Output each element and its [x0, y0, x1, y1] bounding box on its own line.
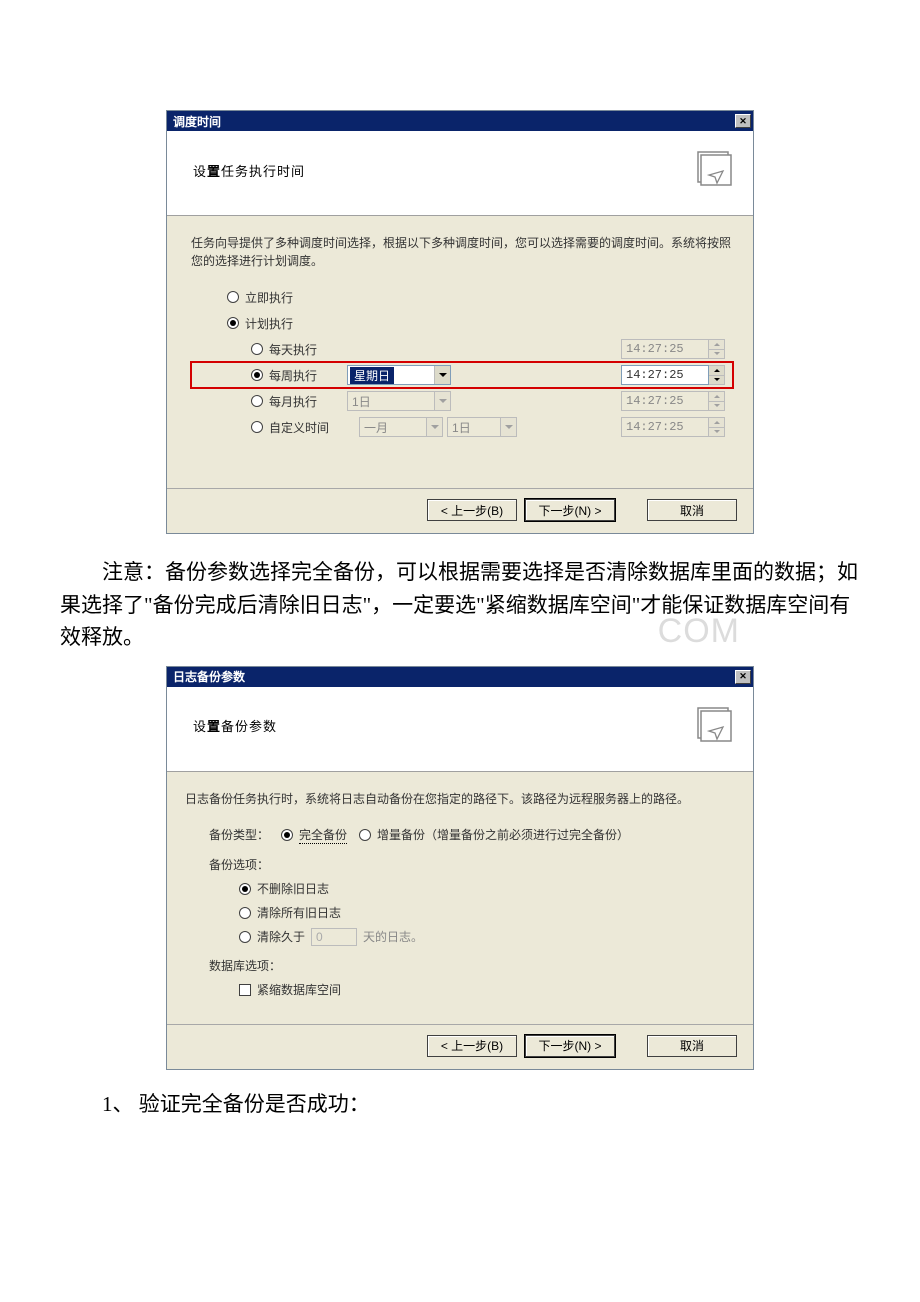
- month-dropdown[interactable]: 一月: [359, 417, 443, 437]
- radio-daily-row: 每天执行 14:27:25: [191, 336, 733, 362]
- clear-days-pre: 清除久于: [257, 928, 305, 945]
- opt-keep-row: 不删除旧日志: [191, 877, 733, 901]
- cancel-button[interactable]: 取消: [647, 499, 737, 521]
- radio-scheduled-row: 计划执行: [191, 310, 733, 336]
- schedule-time-dialog: 调度时间 ✕ 设置任务执行时间 任务向导提供了多种调度时间选择，根据以下多种调度…: [166, 110, 754, 534]
- wizard-icon: [695, 149, 737, 191]
- radio-immediate[interactable]: [227, 291, 239, 303]
- radio-immediate-row: 立即执行: [191, 284, 733, 310]
- dialog-header: 设置任务执行时间: [167, 131, 753, 216]
- note-paragraph: 注意：备份参数选择完全备份，可以根据需要选择是否清除数据库里面的数据；如果选择了…: [60, 556, 860, 654]
- custom-time-input[interactable]: 14:27:25: [621, 417, 709, 437]
- db-options-label: 数据库选项：: [209, 957, 733, 974]
- dialog2-body: 日志备份任务执行时，系统将日志自动备份在您指定的路径下。该路径为远程服务器上的路…: [167, 772, 753, 1024]
- radio-weekly-row: 每周执行 星期日 14:27:25: [191, 362, 733, 388]
- immediate-label: 立即执行: [245, 289, 293, 306]
- checkbox-compact[interactable]: [239, 984, 251, 996]
- weekday-dropdown[interactable]: 星期日: [347, 365, 451, 385]
- dialog2-header: 设置备份参数: [167, 687, 753, 772]
- customday-value: 1日: [450, 419, 473, 436]
- opt-clear-all-row: 清除所有旧日志: [191, 901, 733, 925]
- weekly-label: 每周执行: [269, 367, 317, 384]
- radio-weekly[interactable]: [251, 369, 263, 381]
- next-button-2[interactable]: 下一步(N) >: [525, 1035, 615, 1057]
- dialog2-description: 日志备份任务执行时，系统将日志自动备份在您指定的路径下。该路径为远程服务器上的路…: [185, 790, 733, 808]
- weekly-time-spinner[interactable]: [709, 365, 725, 385]
- dialog-footer: < 上一步(B) 下一步(N) > 取消: [167, 488, 753, 533]
- customday-dropdown-btn[interactable]: [500, 418, 516, 436]
- dialog-titlebar: 调度时间 ✕: [167, 111, 753, 131]
- monthday-dropdown[interactable]: 1日: [347, 391, 451, 411]
- monthly-time-input[interactable]: 14:27:25: [621, 391, 709, 411]
- full-backup-label: 完全备份: [299, 826, 347, 844]
- clear-all-label: 清除所有旧日志: [257, 904, 341, 921]
- back-button[interactable]: < 上一步(B): [427, 499, 517, 521]
- dialog-description: 任务向导提供了多种调度时间选择，根据以下多种调度时间，您可以选择需要的调度时间。…: [191, 234, 733, 270]
- radio-full-backup[interactable]: [281, 829, 293, 841]
- header-title: 设置任务执行时间: [193, 161, 305, 180]
- monthday-dropdown-btn[interactable]: [434, 392, 450, 410]
- log-backup-dialog: 日志备份参数 ✕ 设置备份参数 日志备份任务执行时，系统将日志自动备份在您指定的…: [166, 666, 754, 1070]
- type-label: 备份类型：: [209, 826, 269, 843]
- clear-days-post: 天的日志。: [363, 928, 423, 945]
- dialog-title: 调度时间: [173, 113, 221, 130]
- verification-step: 1、 验证完全备份是否成功：: [60, 1088, 860, 1121]
- radio-clear-days[interactable]: [239, 931, 251, 943]
- custom-time-spinner[interactable]: [709, 417, 725, 437]
- backup-options-label: 备份选项：: [209, 856, 733, 873]
- monthly-label: 每月执行: [269, 393, 317, 410]
- radio-monthly[interactable]: [251, 395, 263, 407]
- customday-dropdown[interactable]: 1日: [447, 417, 517, 437]
- next-button[interactable]: 下一步(N) >: [525, 499, 615, 521]
- weekly-time-input[interactable]: 14:27:25: [621, 365, 709, 385]
- compact-row: 紧缩数据库空间: [191, 978, 733, 1002]
- monthly-time-spinner[interactable]: [709, 391, 725, 411]
- month-dropdown-btn[interactable]: [426, 418, 442, 436]
- radio-daily[interactable]: [251, 343, 263, 355]
- radio-keep-logs[interactable]: [239, 883, 251, 895]
- opt-clear-days-row: 清除久于 0 天的日志。: [191, 925, 733, 949]
- dialog-body: 任务向导提供了多种调度时间选择，根据以下多种调度时间，您可以选择需要的调度时间。…: [167, 216, 753, 488]
- close-button[interactable]: ✕: [735, 114, 751, 128]
- wizard-icon-2: [695, 705, 737, 747]
- custom-label: 自定义时间: [269, 419, 329, 436]
- daily-time-spinner[interactable]: [709, 339, 725, 359]
- month-value: 一月: [362, 419, 390, 436]
- radio-custom[interactable]: [251, 421, 263, 433]
- radio-custom-row: 自定义时间 一月 1日 14:27:25: [191, 414, 733, 440]
- daily-label: 每天执行: [269, 341, 317, 358]
- daily-time-input[interactable]: 14:27:25: [621, 339, 709, 359]
- dialog2-titlebar: 日志备份参数 ✕: [167, 667, 753, 687]
- monthday-value: 1日: [350, 393, 373, 410]
- radio-incremental-backup[interactable]: [359, 829, 371, 841]
- keep-logs-label: 不删除旧日志: [257, 880, 329, 897]
- days-input[interactable]: 0: [311, 928, 357, 946]
- dialog2-footer: < 上一步(B) 下一步(N) > 取消: [167, 1024, 753, 1069]
- back-button-2[interactable]: < 上一步(B): [427, 1035, 517, 1057]
- weekday-dropdown-btn[interactable]: [434, 366, 450, 384]
- weekday-value: 星期日: [350, 367, 394, 384]
- radio-monthly-row: 每月执行 1日 14:27:25: [191, 388, 733, 414]
- backup-type-row: 备份类型： 完全备份 增量备份（增量备份之前必须进行过完全备份）: [191, 822, 733, 848]
- compact-label: 紧缩数据库空间: [257, 981, 341, 998]
- cancel-button-2[interactable]: 取消: [647, 1035, 737, 1057]
- dialog2-title: 日志备份参数: [173, 668, 245, 685]
- scheduled-label: 计划执行: [245, 315, 293, 332]
- radio-scheduled[interactable]: [227, 317, 239, 329]
- header2-title: 设置备份参数: [193, 716, 277, 735]
- radio-clear-all[interactable]: [239, 907, 251, 919]
- incremental-backup-label: 增量备份（增量备份之前必须进行过完全备份）: [377, 826, 629, 843]
- close-button-2[interactable]: ✕: [735, 670, 751, 684]
